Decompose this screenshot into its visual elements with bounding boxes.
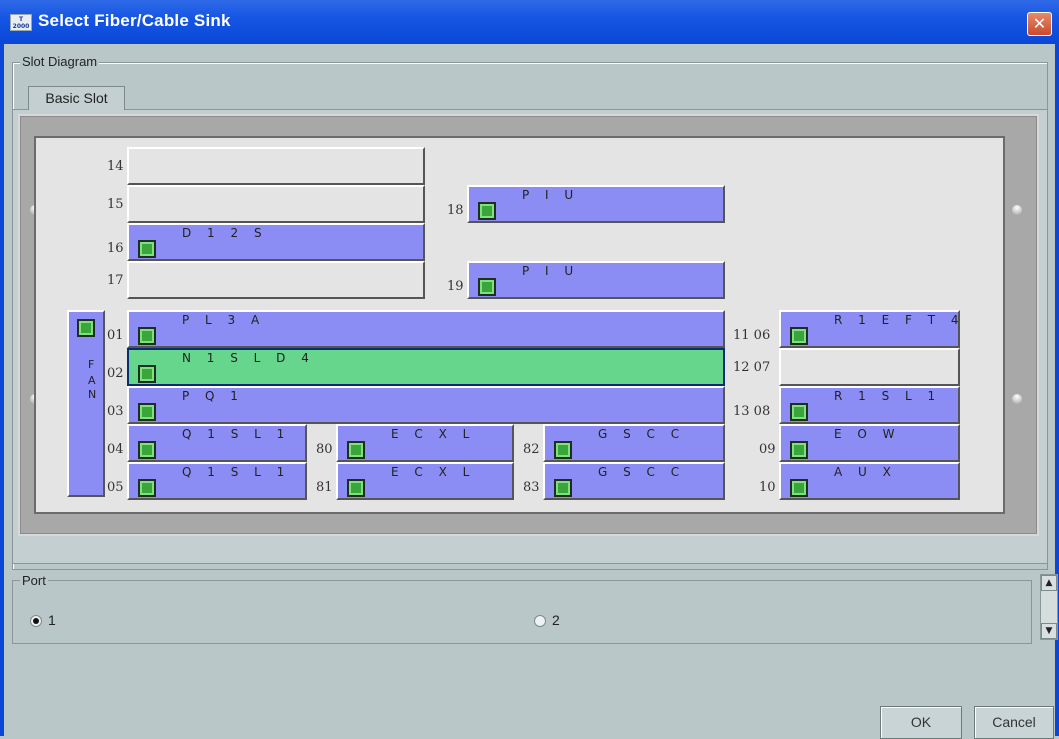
slot-led-icon — [138, 327, 156, 345]
app-icon: T 2000 — [10, 14, 32, 31]
slot-board-name: A U X — [834, 465, 897, 479]
slot-led-icon — [347, 479, 365, 497]
slot-led-icon — [478, 278, 496, 296]
slot-number: 80 — [316, 442, 333, 457]
slot-09[interactable]: E O W — [779, 424, 960, 462]
slot-number: 02 — [107, 366, 124, 381]
slot-board-name: N 1 S L D 4 — [182, 351, 315, 365]
slot-05[interactable]: Q 1 S L 1 — [127, 462, 307, 500]
slot-board-name: E C X L — [391, 465, 476, 479]
slot-led-icon — [790, 327, 808, 345]
title-bar: T 2000 Select Fiber/Cable Sink ✕ — [0, 0, 1059, 44]
slot-16[interactable]: D 1 2 S — [127, 223, 425, 261]
slot-18[interactable]: P I U — [467, 185, 725, 223]
slot-02[interactable]: N 1 S L D 4 — [127, 348, 725, 386]
port-scrollbar[interactable]: ▲ ▼ — [1040, 574, 1058, 640]
tab-basic-slot[interactable]: Basic Slot — [28, 86, 125, 110]
slot-13-08[interactable]: R 1 S L 1 — [779, 386, 960, 424]
slot-led-icon — [554, 441, 572, 459]
slot-diagram-label: Slot Diagram — [20, 54, 100, 69]
port-radio-1[interactable] — [30, 615, 42, 627]
port-group — [12, 580, 1032, 644]
slot-number: 14 — [107, 159, 124, 174]
slot-number: 18 — [447, 203, 464, 218]
slot-board-name: G S C C — [598, 465, 686, 479]
slot-number: 04 — [107, 442, 124, 457]
slot-12-07[interactable] — [779, 348, 960, 386]
slot-number: 12 07 — [733, 360, 771, 375]
slot-board-name: P Q 1 — [182, 389, 244, 403]
slot-number: 17 — [107, 273, 124, 288]
slot-board-name: Q 1 S L 1 — [182, 465, 291, 479]
slot-board-name: P L 3 A — [182, 313, 266, 327]
slot-19[interactable]: P I U — [467, 261, 725, 299]
slot-number: 15 — [107, 197, 124, 212]
slot-17[interactable] — [127, 261, 425, 299]
fan-letter: A — [88, 374, 96, 387]
slot-number: 13 08 — [733, 404, 771, 419]
slot-number: 01 — [107, 328, 124, 343]
scroll-up-icon[interactable]: ▲ — [1041, 575, 1057, 591]
window-title: Select Fiber/Cable Sink — [38, 11, 231, 30]
close-button[interactable]: ✕ — [1027, 12, 1052, 36]
slot-number: 03 — [107, 404, 124, 419]
port-radio-2[interactable] — [534, 615, 546, 627]
cancel-button[interactable]: Cancel — [974, 706, 1054, 739]
slot-board-name: R 1 S L 1 — [834, 389, 942, 403]
port-radio-label: 2 — [552, 612, 560, 628]
slot-number: 82 — [523, 442, 540, 457]
slot-led-icon — [138, 479, 156, 497]
slot-board-name: R 1 E F T 4 — [834, 313, 965, 327]
slot-01[interactable]: P L 3 A — [127, 310, 725, 348]
slot-03[interactable]: P Q 1 — [127, 386, 725, 424]
slot-83[interactable]: G S C C — [543, 462, 725, 500]
slot-number: 05 — [107, 480, 124, 495]
ok-button[interactable]: OK — [880, 706, 962, 739]
slot-led-icon — [554, 479, 572, 497]
slot-board-name: E C X L — [391, 427, 476, 441]
slot-board-name: Q 1 S L 1 — [182, 427, 291, 441]
slot-number: 10 — [759, 480, 776, 495]
scroll-down-icon[interactable]: ▼ — [1041, 623, 1057, 639]
slot-number: 81 — [316, 480, 333, 495]
slot-led-icon — [138, 441, 156, 459]
port-group-label: Port — [20, 573, 48, 588]
slot-board-name: P I U — [522, 264, 580, 278]
fan-letter: N — [88, 388, 97, 401]
fan-led-icon — [77, 319, 95, 337]
slot-80[interactable]: E C X L — [336, 424, 514, 462]
slot-11-06[interactable]: R 1 E F T 4 — [779, 310, 960, 348]
slot-led-icon — [347, 441, 365, 459]
slot-82[interactable]: G S C C — [543, 424, 725, 462]
fan-unit[interactable]: F A N — [67, 310, 105, 497]
slot-led-icon — [138, 240, 156, 258]
port-radio-label: 1 — [48, 612, 56, 628]
slot-board-name: E O W — [834, 427, 901, 441]
slot-number: 11 06 — [733, 328, 771, 343]
slot-led-icon — [138, 365, 156, 383]
slot-led-icon — [790, 479, 808, 497]
slot-81[interactable]: E C X L — [336, 462, 514, 500]
fan-letter: F — [88, 358, 95, 371]
slot-board-name: P I U — [522, 188, 580, 202]
slot-board-name: G S C C — [598, 427, 686, 441]
slot-led-icon — [478, 202, 496, 220]
slot-number: 83 — [523, 480, 540, 495]
slot-led-icon — [790, 441, 808, 459]
slot-number: 09 — [759, 442, 776, 457]
slot-04[interactable]: Q 1 S L 1 — [127, 424, 307, 462]
slot-15[interactable] — [127, 185, 425, 223]
slot-led-icon — [138, 403, 156, 421]
slot-10[interactable]: A U X — [779, 462, 960, 500]
slot-14[interactable] — [127, 147, 425, 185]
slot-number: 19 — [447, 279, 464, 294]
slot-board-name: D 1 2 S — [182, 226, 268, 240]
slot-number: 16 — [107, 241, 124, 256]
slot-led-icon — [790, 403, 808, 421]
